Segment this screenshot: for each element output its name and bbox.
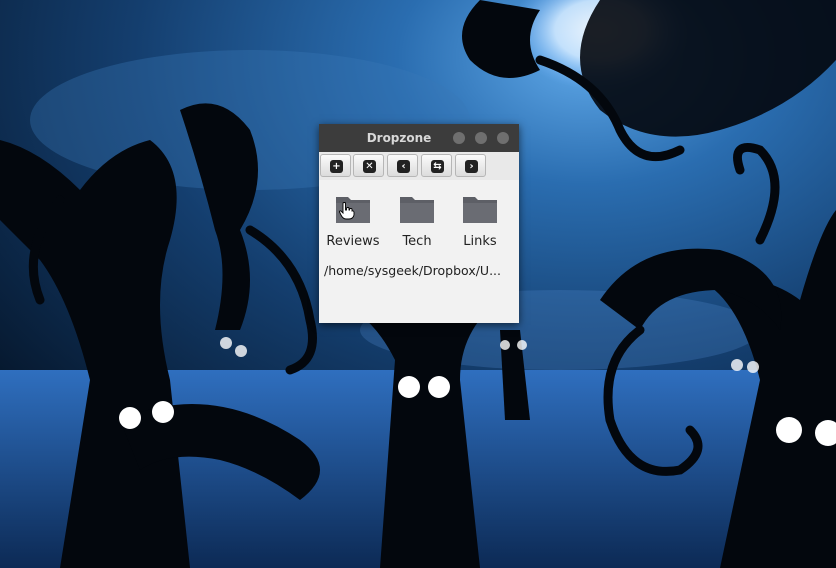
folder-icon xyxy=(463,197,497,223)
close-button[interactable] xyxy=(497,132,509,144)
back-button[interactable]: ‹ xyxy=(387,154,418,177)
folder-item-links[interactable]: Links xyxy=(448,194,512,254)
maximize-button[interactable] xyxy=(475,132,487,144)
folder-label: Links xyxy=(463,234,497,249)
title-bar[interactable]: Dropzone xyxy=(319,124,519,152)
add-button[interactable]: + xyxy=(320,154,351,177)
plus-icon: + xyxy=(330,160,343,173)
close-x-icon: ✕ xyxy=(363,160,376,173)
minimize-button[interactable] xyxy=(453,132,465,144)
forward-arrow-icon: › xyxy=(465,160,478,173)
back-arrow-icon: ‹ xyxy=(397,160,410,173)
folder-item-tech[interactable]: Tech xyxy=(385,194,449,254)
swap-button[interactable]: ⇆ xyxy=(421,154,452,177)
hand-pointer-icon xyxy=(339,202,355,220)
remove-button[interactable]: ✕ xyxy=(353,154,384,177)
folder-label: Tech xyxy=(402,234,432,249)
dropzone-window[interactable]: Dropzone + ✕ ‹ ⇆ › Reviews Tech Links /h… xyxy=(319,124,519,323)
current-path-label: /home/sysgeek/Dropbox/U... xyxy=(324,263,501,278)
forward-button[interactable]: › xyxy=(455,154,486,177)
folder-label: Reviews xyxy=(326,234,380,249)
swap-arrows-icon: ⇆ xyxy=(431,160,444,173)
folder-icon xyxy=(400,197,434,223)
toolbar: + ✕ ‹ ⇆ › xyxy=(319,152,519,180)
